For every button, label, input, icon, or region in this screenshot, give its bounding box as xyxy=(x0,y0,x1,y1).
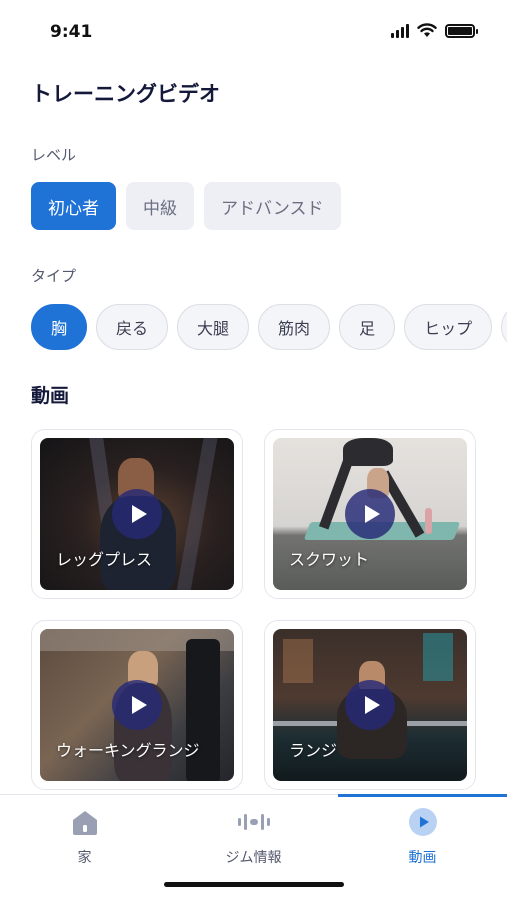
video-card-lunge[interactable]: ランジ xyxy=(264,620,476,790)
video-thumbnail: ウォーキングランジ xyxy=(40,629,234,781)
level-chip-advanced[interactable]: アドバンスド xyxy=(204,182,341,230)
play-icon[interactable] xyxy=(345,489,395,539)
play-icon[interactable] xyxy=(345,680,395,730)
type-section-label: タイプ xyxy=(31,267,77,285)
battery-icon xyxy=(445,23,478,38)
level-section-label: レベル xyxy=(31,146,77,164)
nav-label-videos: 動画 xyxy=(408,850,437,866)
nav-item-home[interactable]: 家 xyxy=(0,805,169,867)
video-card-squat[interactable]: スクワット xyxy=(264,429,476,599)
level-chip-beginner[interactable]: 初心者 xyxy=(31,182,116,230)
play-icon[interactable] xyxy=(112,680,162,730)
level-chip-intermediate[interactable]: 中級 xyxy=(126,182,194,230)
home-icon xyxy=(68,805,102,839)
level-filter: 初心者 中級 アドバンスド xyxy=(31,182,341,230)
page-title: トレーニングビデオ xyxy=(31,82,220,106)
status-icons xyxy=(391,23,478,38)
type-chip-hip[interactable]: ヒップ xyxy=(404,304,493,350)
equalizer-icon xyxy=(237,805,271,839)
type-filter: 胸 戻る 大腿 筋肉 足 ヒップ ヒ xyxy=(31,304,507,350)
active-tab-indicator xyxy=(338,794,507,797)
nav-item-videos[interactable]: 動画 xyxy=(338,805,507,867)
wifi-icon xyxy=(417,23,437,37)
home-indicator-bar xyxy=(164,882,344,887)
video-title: ランジ xyxy=(289,741,338,760)
nav-label-home: 家 xyxy=(77,850,92,866)
type-chip-thigh[interactable]: 大腿 xyxy=(177,304,250,350)
status-bar: 9:41 xyxy=(0,0,507,64)
video-title: ウォーキングランジ xyxy=(56,741,200,760)
type-chip-legs[interactable]: 足 xyxy=(339,304,396,350)
video-thumbnail: レッグプレス xyxy=(40,438,234,590)
video-play-icon xyxy=(406,805,440,839)
nav-label-gym-info: ジム情報 xyxy=(225,850,282,866)
video-thumbnail: スクワット xyxy=(273,438,467,590)
video-thumbnail: ランジ xyxy=(273,629,467,781)
video-title: スクワット xyxy=(289,550,370,569)
type-chip-chest[interactable]: 胸 xyxy=(31,304,88,350)
type-chip-partial[interactable]: ヒ xyxy=(501,304,507,350)
type-chip-back[interactable]: 戻る xyxy=(96,304,169,350)
status-time: 9:41 xyxy=(50,22,93,42)
nav-item-gym-info[interactable]: ジム情報 xyxy=(169,805,338,867)
video-title: レッグプレス xyxy=(56,550,153,569)
play-icon[interactable] xyxy=(112,489,162,539)
video-card-walking-lunge[interactable]: ウォーキングランジ xyxy=(31,620,243,790)
videos-section-title: 動画 xyxy=(31,385,70,407)
cellular-signal-icon xyxy=(391,23,409,38)
video-card-leg-press[interactable]: レッグプレス xyxy=(31,429,243,599)
type-chip-muscle[interactable]: 筋肉 xyxy=(258,304,331,350)
